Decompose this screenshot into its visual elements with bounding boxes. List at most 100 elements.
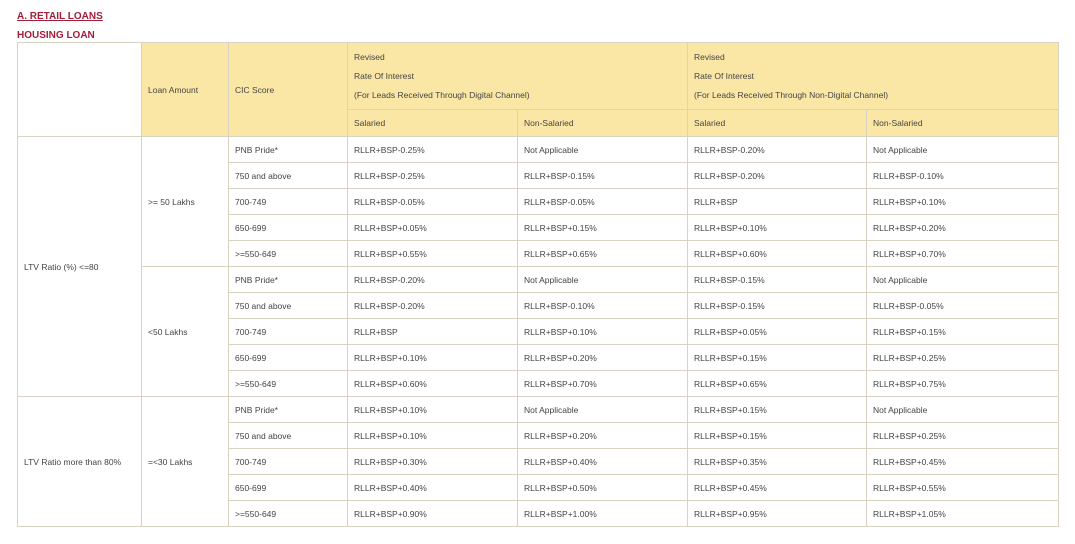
digital-salaried-cell: RLLR+BSP+0.90% xyxy=(347,500,518,527)
digital-salaried-cell: RLLR+BSP+0.10% xyxy=(347,422,518,449)
cic-score-cell: >=550-649 xyxy=(228,500,348,527)
cic-score-cell: PNB Pride* xyxy=(228,136,348,163)
digital-salaried-cell: RLLR+BSP-0.25% xyxy=(347,136,518,163)
digital-salaried-cell: RLLR+BSP+0.30% xyxy=(347,448,518,475)
header-blank-cell xyxy=(17,42,142,137)
header-cic-score: CIC Score xyxy=(228,42,348,137)
non-digital-salaried-cell: RLLR+BSP+0.60% xyxy=(687,240,868,267)
non-digital-non-salaried-cell: Not Applicable xyxy=(866,266,1060,293)
digital-non-salaried-cell: RLLR+BSP-0.05% xyxy=(516,188,689,215)
subheader-digital-non-salaried: Non-Salaried xyxy=(516,109,689,137)
digital-non-salaried-cell: Not Applicable xyxy=(516,266,689,293)
digital-salaried-cell: RLLR+BSP-0.05% xyxy=(347,188,518,215)
non-digital-non-salaried-cell: RLLR+BSP+0.25% xyxy=(866,344,1060,371)
non-digital-salaried-cell: RLLR+BSP+0.45% xyxy=(687,474,868,501)
cic-score-cell: 650-699 xyxy=(228,474,348,501)
header-digital-line-1: Revised xyxy=(354,51,385,62)
non-digital-non-salaried-cell: RLLR+BSP-0.05% xyxy=(866,292,1060,319)
non-digital-non-salaried-cell: RLLR+BSP+0.45% xyxy=(866,448,1060,475)
digital-non-salaried-cell: RLLR+BSP+0.20% xyxy=(516,422,689,449)
non-digital-non-salaried-cell: RLLR+BSP+0.10% xyxy=(866,188,1060,215)
section-title[interactable]: A. RETAIL LOANS xyxy=(17,11,103,22)
cic-score-cell: 650-699 xyxy=(228,344,348,371)
digital-salaried-cell: RLLR+BSP-0.25% xyxy=(347,162,518,189)
non-digital-salaried-cell: RLLR+BSP+0.15% xyxy=(687,396,868,423)
cic-score-cell: >=550-649 xyxy=(228,370,348,397)
cic-score-cell: 700-749 xyxy=(228,448,348,475)
subheader-digital-salaried: Salaried xyxy=(347,109,518,137)
digital-non-salaried-cell: RLLR+BSP+0.70% xyxy=(516,370,689,397)
header-digital-channel: Revised Rate Of Interest (For Leads Rece… xyxy=(346,42,689,110)
header-non-digital-channel: Revised Rate Of Interest (For Leads Rece… xyxy=(687,42,1060,110)
non-digital-salaried-cell: RLLR+BSP-0.15% xyxy=(687,292,868,319)
cic-score-cell: >=550-649 xyxy=(228,240,348,267)
cic-score-cell: 700-749 xyxy=(228,188,348,215)
non-digital-salaried-cell: RLLR+BSP-0.15% xyxy=(687,266,868,293)
digital-non-salaried-cell: RLLR+BSP+0.40% xyxy=(516,448,689,475)
header-loan-amount: Loan Amount xyxy=(141,42,229,137)
header-non-digital-line-1: Revised xyxy=(694,51,725,62)
cic-score-cell: 750 and above xyxy=(228,422,348,449)
non-digital-non-salaried-cell: Not Applicable xyxy=(866,136,1060,163)
digital-salaried-cell: RLLR+BSP+0.55% xyxy=(347,240,518,267)
loan-amount-cell: >= 50 Lakhs xyxy=(141,136,229,267)
non-digital-non-salaried-cell: Not Applicable xyxy=(866,396,1060,423)
non-digital-non-salaried-cell: RLLR+BSP-0.10% xyxy=(866,162,1060,189)
digital-non-salaried-cell: RLLR+BSP-0.10% xyxy=(516,292,689,319)
digital-salaried-cell: RLLR+BSP xyxy=(347,318,518,345)
digital-non-salaried-cell: RLLR+BSP+0.65% xyxy=(516,240,689,267)
non-digital-non-salaried-cell: RLLR+BSP+0.55% xyxy=(866,474,1060,501)
non-digital-salaried-cell: RLLR+BSP+0.05% xyxy=(687,318,868,345)
non-digital-salaried-cell: RLLR+BSP-0.20% xyxy=(687,136,868,163)
non-digital-non-salaried-cell: RLLR+BSP+0.15% xyxy=(866,318,1060,345)
non-digital-non-salaried-cell: RLLR+BSP+1.05% xyxy=(866,500,1060,527)
cic-score-cell: PNB Pride* xyxy=(228,396,348,423)
digital-salaried-cell: RLLR+BSP+0.10% xyxy=(347,344,518,371)
non-digital-salaried-cell: RLLR+BSP+0.15% xyxy=(687,422,868,449)
non-digital-non-salaried-cell: RLLR+BSP+0.70% xyxy=(866,240,1060,267)
cic-score-cell: PNB Pride* xyxy=(228,266,348,293)
cic-score-cell: 750 and above xyxy=(228,162,348,189)
digital-non-salaried-cell: RLLR+BSP+0.20% xyxy=(516,344,689,371)
digital-non-salaried-cell: RLLR+BSP+0.50% xyxy=(516,474,689,501)
digital-non-salaried-cell: RLLR+BSP-0.15% xyxy=(516,162,689,189)
cic-score-cell: 750 and above xyxy=(228,292,348,319)
rate-table-body: LTV Ratio (%) <=80 >= 50 Lakhs PNB Pride* R… xyxy=(17,136,1060,527)
digital-salaried-cell: RLLR+BSP+0.40% xyxy=(347,474,518,501)
digital-non-salaried-cell: RLLR+BSP+0.15% xyxy=(516,214,689,241)
header-non-digital-line-2: Rate Of Interest xyxy=(694,70,755,81)
digital-non-salaried-cell: Not Applicable xyxy=(516,396,689,423)
non-digital-salaried-cell: RLLR+BSP+0.95% xyxy=(687,500,868,527)
digital-non-salaried-cell: RLLR+BSP+1.00% xyxy=(516,500,689,527)
subsection-title: HOUSING LOAN xyxy=(17,30,95,41)
cic-score-cell: 650-699 xyxy=(228,214,348,241)
ltv-ratio-cell: LTV Ratio more than 80% xyxy=(17,396,142,527)
loan-amount-cell: <50 Lakhs xyxy=(141,266,229,397)
non-digital-salaried-cell: RLLR+BSP+0.15% xyxy=(687,344,868,371)
non-digital-salaried-cell: RLLR+BSP+0.10% xyxy=(687,214,868,241)
non-digital-non-salaried-cell: RLLR+BSP+0.20% xyxy=(866,214,1060,241)
housing-loan-rate-table: Loan Amount CIC Score Revised Rate Of In… xyxy=(17,42,1060,527)
loan-amount-cell: =<30 Lakhs xyxy=(141,396,229,527)
digital-salaried-cell: RLLR+BSP-0.20% xyxy=(347,292,518,319)
cic-score-cell: 700-749 xyxy=(228,318,348,345)
non-digital-salaried-cell: RLLR+BSP-0.20% xyxy=(687,162,868,189)
header-non-digital-line-3: (For Leads Received Through Non-Digital … xyxy=(694,89,889,100)
non-digital-salaried-cell: RLLR+BSP+0.65% xyxy=(687,370,868,397)
non-digital-non-salaried-cell: RLLR+BSP+0.75% xyxy=(866,370,1060,397)
subheader-non-digital-non-salaried: Non-Salaried xyxy=(866,109,1060,137)
header-digital-line-3: (For Leads Received Through Digital Chan… xyxy=(354,89,530,100)
table-row: LTV Ratio (%) <=80 >= 50 Lakhs PNB Pride* R… xyxy=(17,136,1060,397)
digital-salaried-cell: RLLR+BSP+0.60% xyxy=(347,370,518,397)
ltv-ratio-cell: LTV Ratio (%) <=80 xyxy=(17,136,142,397)
digital-non-salaried-cell: Not Applicable xyxy=(516,136,689,163)
digital-non-salaried-cell: RLLR+BSP+0.10% xyxy=(516,318,689,345)
table-row: LTV Ratio more than 80% =<30 Lakhs PNB Pri… xyxy=(17,396,1060,527)
digital-salaried-cell: RLLR+BSP+0.10% xyxy=(347,396,518,423)
subheader-non-digital-salaried: Salaried xyxy=(687,109,868,137)
digital-salaried-cell: RLLR+BSP+0.05% xyxy=(347,214,518,241)
non-digital-salaried-cell: RLLR+BSP xyxy=(687,188,868,215)
digital-salaried-cell: RLLR+BSP-0.20% xyxy=(347,266,518,293)
non-digital-salaried-cell: RLLR+BSP+0.35% xyxy=(687,448,868,475)
header-digital-line-2: Rate Of Interest xyxy=(354,70,414,81)
